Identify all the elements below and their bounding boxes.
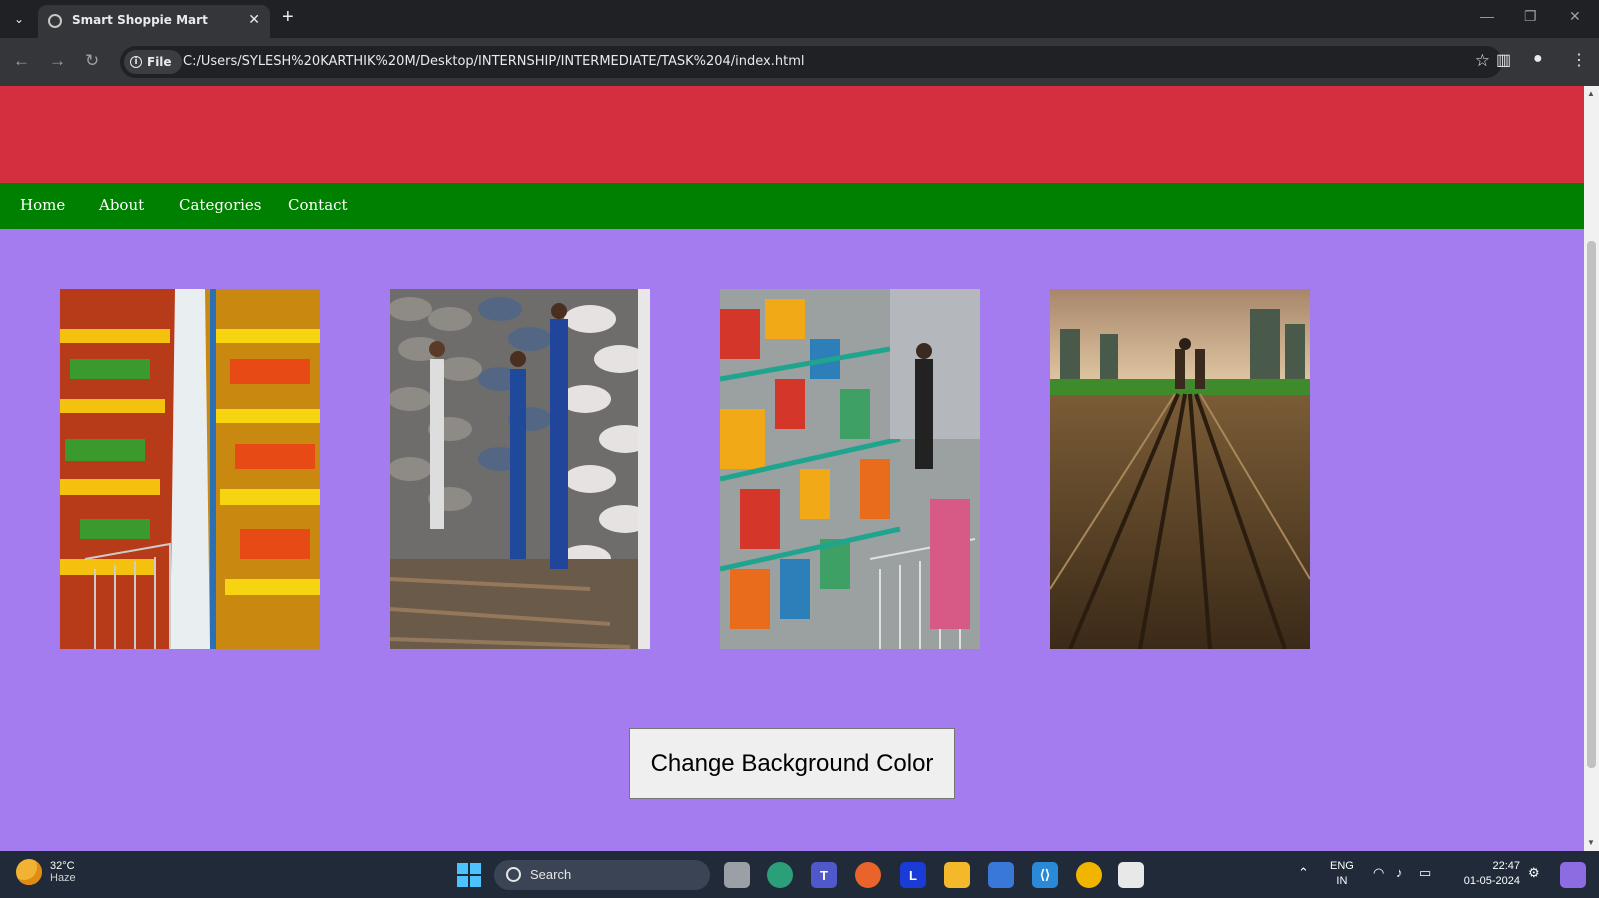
globe-icon (48, 14, 62, 28)
search-icon (506, 867, 521, 882)
store-icon[interactable] (988, 862, 1014, 888)
change-background-color-button[interactable]: Change Background Color (629, 728, 955, 799)
back-icon[interactable]: ← (13, 51, 30, 71)
warehouse-sacks-image (390, 289, 650, 649)
tray-chevron-icon[interactable]: ⌃ (1298, 865, 1309, 880)
teams-icon[interactable]: T (811, 862, 837, 888)
tab-close-icon[interactable]: ✕ (248, 11, 260, 28)
tab-search-chevron-icon[interactable]: ⌄ (7, 7, 31, 31)
supermarket-aisle-image (60, 289, 320, 649)
site-nav: Home About Categories Contact (0, 183, 1584, 229)
bookmark-star-icon[interactable]: ☆ (1475, 51, 1490, 71)
file-explorer-icon[interactable] (944, 862, 970, 888)
taskbar: 32°C Haze Search T L ⟨⟩ ⌃ ENG IN ◠ ♪ ▭ 2… (0, 851, 1599, 898)
tab-strip: ⌄ Smart Shoppie Mart ✕ + — ❐ ✕ (0, 0, 1599, 38)
nav-contact[interactable]: Contact (288, 196, 348, 214)
clock-date: 01-05-2024 (1463, 875, 1520, 887)
farm-field-image (1050, 289, 1310, 649)
info-icon: i (130, 56, 142, 68)
windows-start-icon[interactable] (456, 862, 482, 888)
battery-icon[interactable]: ▭ (1419, 865, 1431, 880)
site-info-chip[interactable]: i File (124, 50, 182, 74)
volume-icon[interactable]: ♪ (1396, 865, 1403, 880)
reload-icon[interactable]: ↻ (85, 51, 99, 71)
taskbar-search[interactable]: Search (494, 860, 710, 890)
site-header (0, 86, 1584, 183)
task-view-icon[interactable] (724, 862, 750, 888)
tab-title: Smart Shoppie Mart (72, 13, 208, 27)
browser-tab[interactable]: Smart Shoppie Mart ✕ (38, 5, 270, 38)
browser-toolbar: ← → ↻ i File C:/Users/SYLESH%20KARTHIK%2… (0, 38, 1599, 86)
taskbar-search-label: Search (530, 867, 572, 882)
nav-about[interactable]: About (99, 196, 144, 214)
menu-kebab-icon[interactable]: ⋮ (1571, 50, 1587, 70)
restore-icon[interactable]: ❐ (1524, 8, 1537, 25)
page-viewport: Home About Categories Contact Change Bac… (0, 86, 1584, 851)
forward-icon[interactable]: → (49, 51, 66, 71)
firefox-icon[interactable] (855, 862, 881, 888)
haze-weather-icon (16, 859, 42, 885)
vscode-icon[interactable]: ⟨⟩ (1032, 862, 1058, 888)
nav-categories[interactable]: Categories (179, 196, 262, 214)
notifications-icon[interactable]: ⚙ (1528, 865, 1540, 880)
copilot-icon[interactable] (1560, 862, 1586, 888)
wifi-icon[interactable]: ◠ (1373, 865, 1384, 880)
nav-home[interactable]: Home (20, 196, 65, 214)
minimize-icon[interactable]: — (1480, 8, 1494, 24)
address-bar[interactable]: i File C:/Users/SYLESH%20KARTHIK%20M/Des… (120, 46, 1502, 78)
page-scrollbar[interactable]: ▲ ▼ (1584, 86, 1599, 851)
launcher-l-icon[interactable]: L (900, 862, 926, 888)
close-window-icon[interactable]: ✕ (1569, 8, 1581, 25)
side-panel-icon[interactable]: ▥ (1496, 50, 1511, 70)
scroll-thumb[interactable] (1587, 241, 1596, 768)
scroll-up-icon[interactable]: ▲ (1587, 89, 1595, 98)
new-tab-icon[interactable]: + (282, 6, 294, 29)
edge-icon[interactable] (767, 862, 793, 888)
clock[interactable]: 22:47 01-05-2024 (1452, 859, 1520, 889)
grocery-shelves-image (720, 289, 980, 649)
profile-icon[interactable]: ● (1533, 50, 1543, 68)
chrome-icon[interactable] (1076, 862, 1102, 888)
weather-widget[interactable]: 32°C Haze (16, 859, 76, 885)
weather-desc: Haze (50, 872, 76, 884)
language-indicator[interactable]: ENG IN (1330, 859, 1354, 889)
site-info-label: File (147, 55, 172, 69)
content-area: Change Background Color (0, 229, 1584, 851)
lang-line1: ENG (1330, 860, 1354, 872)
url-text[interactable]: C:/Users/SYLESH%20KARTHIK%20M/Desktop/IN… (183, 54, 804, 69)
snipping-tool-icon[interactable] (1118, 862, 1144, 888)
weather-temp: 32°C (50, 860, 75, 872)
lang-line2: IN (1336, 875, 1348, 887)
clock-time: 22:47 (1492, 860, 1520, 872)
scroll-down-icon[interactable]: ▼ (1587, 838, 1595, 847)
